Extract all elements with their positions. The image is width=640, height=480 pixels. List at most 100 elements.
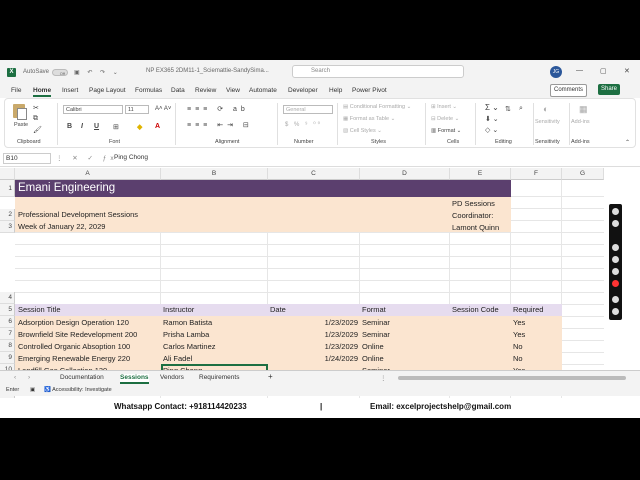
tab-help[interactable]: Help: [329, 87, 342, 94]
format-cells-button[interactable]: ▥ Format ⌄: [431, 128, 461, 134]
copy-icon[interactable]: ⧉: [33, 115, 38, 123]
row-header[interactable]: 7: [0, 328, 15, 340]
tab-power-pivot[interactable]: Power Pivot: [352, 87, 387, 94]
row-header[interactable]: 3: [0, 221, 15, 233]
clear-icon[interactable]: ◇ ⌄: [485, 126, 498, 134]
column-header[interactable]: C: [268, 168, 360, 180]
table-cell[interactable]: Online: [362, 342, 384, 351]
tab-automate[interactable]: Automate: [249, 87, 277, 94]
insert-cells-button[interactable]: ⊞ Insert ⌄: [431, 104, 457, 110]
sheet-tab-requirements[interactable]: Requirements: [199, 374, 239, 381]
table-cell[interactable]: Carlos Martinez: [163, 342, 216, 351]
column-header[interactable]: E: [450, 168, 511, 180]
table-cell[interactable]: 1/24/2029: [268, 354, 358, 363]
row-header[interactable]: 9: [0, 352, 15, 364]
table-header-cell[interactable]: Required: [513, 305, 543, 314]
subtitle-sessions[interactable]: Professional Development Sessions: [18, 210, 138, 219]
borders-icon[interactable]: ⊞: [113, 123, 119, 131]
formula-bar-icons[interactable]: ⋮ ✕ ✓ ƒx: [56, 154, 118, 162]
search-input[interactable]: Search: [292, 65, 464, 78]
camera-icon[interactable]: [612, 208, 619, 215]
table-cell[interactable]: Seminar: [362, 318, 390, 327]
name-box[interactable]: B10: [3, 153, 51, 164]
quick-access-icons[interactable]: ▣ ↶ ↷ ⌄: [74, 69, 121, 76]
fill-color-icon[interactable]: ◆: [137, 123, 142, 131]
tab-developer[interactable]: Developer: [288, 87, 318, 94]
formula-input[interactable]: Ping Chong: [114, 154, 148, 161]
sheet-tab-sessions[interactable]: Sessions: [120, 374, 149, 384]
table-cell[interactable]: No: [513, 354, 523, 363]
select-all-corner[interactable]: [0, 168, 15, 180]
add-sheet-icon[interactable]: +: [268, 372, 273, 381]
column-header[interactable]: F: [511, 168, 562, 180]
sheet-tab-documentation[interactable]: Documentation: [60, 374, 104, 381]
italic-icon[interactable]: I: [81, 123, 83, 130]
tab-review[interactable]: Review: [195, 87, 216, 94]
coordinator-label-1[interactable]: PD Sessions: [452, 199, 495, 208]
volume-icon[interactable]: [612, 268, 619, 275]
settings-gear-icon[interactable]: [612, 308, 619, 315]
row-header[interactable]: 1: [0, 180, 15, 197]
minimize-icon[interactable]: —: [576, 67, 583, 74]
subtitle-week[interactable]: Week of January 22, 2029: [18, 222, 105, 231]
table-cell[interactable]: Ramon Batista: [163, 318, 212, 327]
table-cell[interactable]: Emerging Renewable Energy 220: [18, 354, 130, 363]
add-ins-icon[interactable]: ▦: [579, 104, 588, 115]
horizontal-align-icons[interactable]: ≡≡≡ ⇤⇥ ⊟: [187, 121, 253, 129]
comments-button[interactable]: Comments: [550, 84, 588, 97]
table-cell[interactable]: 1/23/2029: [268, 330, 358, 339]
tab-page-layout[interactable]: Page Layout: [89, 87, 126, 94]
sheet-tab-vendors[interactable]: Vendors: [160, 374, 184, 381]
sheet-nav-next-icon[interactable]: ›: [28, 374, 30, 381]
sheet-nav-prev-icon[interactable]: ‹: [14, 374, 16, 381]
add-ins-button[interactable]: Add-ins: [571, 119, 590, 125]
conditional-formatting-button[interactable]: ▤ Conditional Formatting ⌄: [343, 104, 411, 110]
table-cell[interactable]: Online: [362, 354, 384, 363]
table-cell[interactable]: Prisha Lamba: [163, 330, 209, 339]
table-header-cell[interactable]: Format: [362, 305, 386, 314]
format-painter-icon[interactable]: 🖌: [33, 126, 42, 134]
paste-icon[interactable]: [13, 104, 27, 120]
tab-file[interactable]: File: [11, 87, 21, 94]
row-header[interactable]: 5: [0, 304, 15, 316]
table-cell[interactable]: 1/23/2029: [268, 318, 358, 327]
coordinator-label-2[interactable]: Coordinator:: [452, 211, 493, 220]
tab-view[interactable]: View: [226, 87, 240, 94]
sheet-title[interactable]: Emani Engineering: [15, 180, 511, 197]
avatar[interactable]: JG: [550, 66, 562, 78]
table-cell[interactable]: Yes: [513, 318, 525, 327]
row-header[interactable]: 6: [0, 316, 15, 328]
column-header[interactable]: B: [161, 168, 268, 180]
stop-icon[interactable]: [612, 280, 619, 287]
tab-data[interactable]: Data: [171, 87, 185, 94]
font-grow-shrink-icon[interactable]: A˄ A˅: [155, 106, 171, 112]
autosave-toggle[interactable]: Off: [52, 68, 69, 76]
row-header[interactable]: 8: [0, 340, 15, 352]
number-format-select[interactable]: General: [283, 105, 333, 114]
share-button[interactable]: Share: [598, 84, 621, 95]
table-cell[interactable]: Brownfield Site Redevelopment 200: [18, 330, 137, 339]
close-icon[interactable]: ✕: [624, 67, 630, 75]
table-cell[interactable]: Controlled Organic Absoption 100: [18, 342, 130, 351]
row-header[interactable]: 2: [0, 209, 15, 221]
maximize-icon[interactable]: ▢: [600, 67, 607, 75]
delete-cells-button[interactable]: ⊟ Delete ⌄: [431, 116, 459, 122]
cell-styles-button[interactable]: ▧ Cell Styles ⌄: [343, 128, 382, 134]
collapse-ribbon-icon[interactable]: ⌃: [625, 139, 630, 146]
autosum-icon[interactable]: Σ ⌄: [485, 103, 499, 112]
vertical-align-icons[interactable]: ≡≡≡ ⟳ ab: [187, 105, 249, 113]
tab-home[interactable]: Home: [33, 87, 52, 97]
pen-icon[interactable]: [612, 256, 619, 263]
table-cell[interactable]: No: [513, 342, 523, 351]
font-size-select[interactable]: 11: [125, 105, 149, 114]
fill-icon[interactable]: ⬇ ⌄: [485, 115, 499, 123]
microphone-icon[interactable]: [612, 244, 619, 251]
tab-formulas[interactable]: Formulas: [135, 87, 162, 94]
table-header-cell[interactable]: Date: [270, 305, 286, 314]
tab-insert[interactable]: Insert: [62, 87, 78, 94]
font-name-select[interactable]: Calibri: [63, 105, 123, 114]
sheet-options-icon[interactable]: ⋮: [380, 374, 387, 382]
coordinator-name[interactable]: Lamont Quinn: [452, 223, 499, 232]
row-header[interactable]: 4: [0, 292, 15, 304]
table-header-cell[interactable]: Session Title: [18, 305, 61, 314]
